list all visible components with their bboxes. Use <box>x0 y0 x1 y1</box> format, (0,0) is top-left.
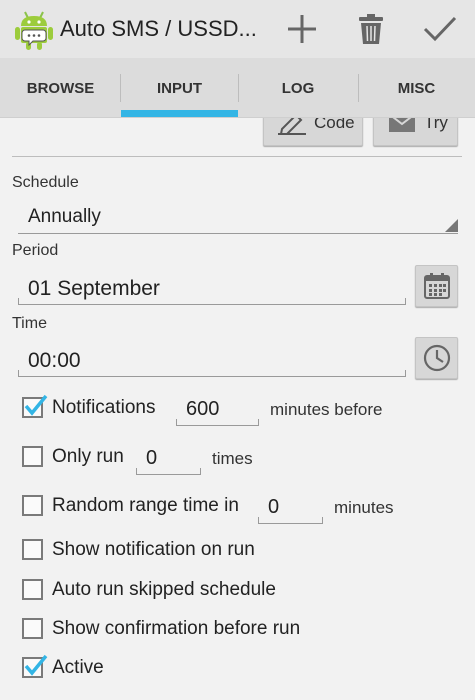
confirm-button[interactable] <box>408 6 472 52</box>
selected-tab-indicator <box>121 110 238 117</box>
random-range-checkbox[interactable] <box>22 495 43 516</box>
input-form[interactable]: Code Try Schedule Annually Period 01 Sep… <box>0 118 475 700</box>
checkmark-icon <box>24 654 48 676</box>
notifications-minutes-field[interactable]: 600 <box>176 396 259 426</box>
android-chat-icon <box>14 9 54 51</box>
app-title: Auto SMS / USSD... <box>60 16 257 41</box>
delete-button[interactable] <box>339 6 403 52</box>
notifications-label: Notifications <box>52 397 156 418</box>
active-label: Active <box>52 657 104 678</box>
schedule-label: Schedule <box>12 174 79 191</box>
check-icon <box>423 16 457 42</box>
tab-browse[interactable]: BROWSE <box>0 58 121 118</box>
show-confirmation-label: Show confirmation before run <box>52 618 301 639</box>
clock-icon <box>423 344 450 372</box>
clock-button[interactable] <box>415 337 458 379</box>
only-run-checkbox[interactable] <box>22 446 43 467</box>
random-range-minutes-value: 0 <box>268 496 280 518</box>
notifications-minutes-value: 600 <box>186 398 220 420</box>
time-label: Time <box>12 315 47 332</box>
edit-code-icon <box>278 118 306 135</box>
random-range-suffix: minutes <box>334 498 394 517</box>
time-field[interactable]: 00:00 <box>18 345 406 377</box>
calendar-button[interactable] <box>415 265 458 307</box>
section-divider <box>12 156 462 157</box>
tab-input[interactable]: INPUT <box>121 58 238 118</box>
try-button-label: Try <box>424 118 448 132</box>
tab-bar: BROWSE INPUT LOG MISC <box>0 58 475 118</box>
period-value: 01 September <box>28 277 160 300</box>
action-bar: Auto SMS / USSD... <box>0 0 475 58</box>
calendar-icon <box>423 273 450 299</box>
period-label: Period <box>12 242 59 259</box>
active-checkbox[interactable] <box>22 654 48 678</box>
show-notification-checkbox[interactable] <box>22 539 43 560</box>
show-notification-label: Show notification on run <box>52 539 255 560</box>
code-button-label: Code <box>314 118 355 132</box>
add-icon <box>288 15 316 43</box>
notifications-suffix: minutes before <box>270 400 383 419</box>
time-value: 00:00 <box>28 349 81 372</box>
show-confirmation-checkbox[interactable] <box>22 618 43 639</box>
random-range-label: Random range time in <box>52 495 239 516</box>
only-run-times-field[interactable]: 0 <box>136 445 201 475</box>
notifications-checkbox[interactable] <box>22 394 48 418</box>
schedule-dropdown[interactable]: Annually <box>18 202 458 234</box>
tab-log[interactable]: LOG <box>238 58 358 118</box>
add-button[interactable] <box>270 6 334 52</box>
schedule-value: Annually <box>28 206 101 227</box>
auto-run-skipped-label: Auto run skipped schedule <box>52 579 276 600</box>
tab-misc[interactable]: MISC <box>358 58 475 118</box>
only-run-suffix: times <box>212 449 253 468</box>
random-range-minutes-field[interactable]: 0 <box>258 494 323 524</box>
only-run-label: Only run <box>52 446 124 467</box>
delete-icon <box>359 14 383 44</box>
only-run-times-value: 0 <box>146 447 158 469</box>
try-button[interactable]: Try <box>373 118 458 146</box>
dropdown-arrow-icon <box>445 219 458 232</box>
auto-run-skipped-checkbox[interactable] <box>22 579 43 600</box>
checkmark-icon <box>24 394 48 416</box>
period-field[interactable]: 01 September <box>18 273 406 305</box>
envelope-icon <box>389 118 415 132</box>
code-button[interactable]: Code <box>263 118 363 146</box>
